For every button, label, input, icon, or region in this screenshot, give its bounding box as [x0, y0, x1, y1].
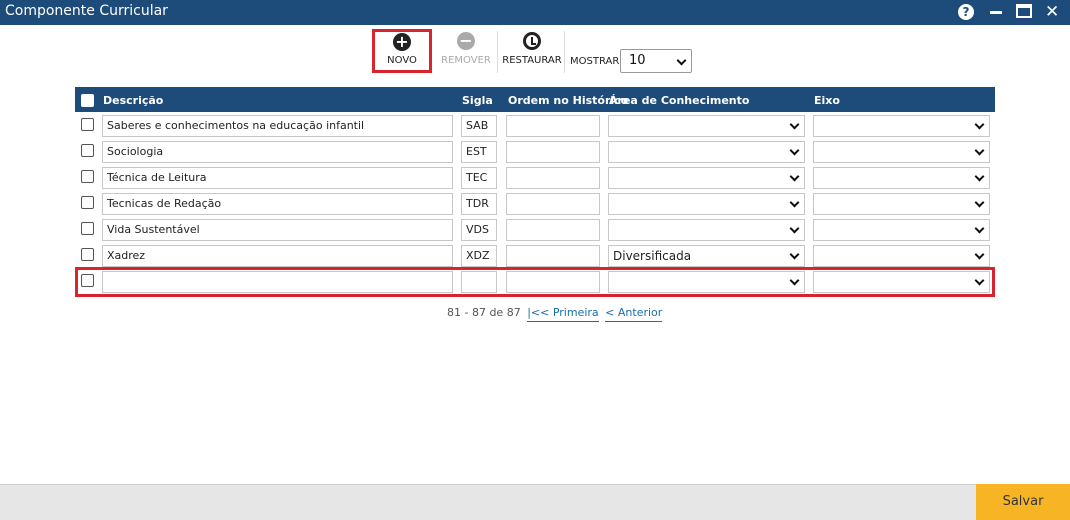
table-row: Técnica de Leitura TEC: [75, 165, 995, 191]
descricao-input[interactable]: Vida Sustentável: [102, 219, 453, 241]
window-titlebar: Componente Curricular ? ✕: [0, 0, 1070, 25]
row-checkbox[interactable]: [81, 222, 94, 235]
novo-button[interactable]: + NOVO: [372, 29, 432, 73]
close-icon[interactable]: ✕: [1045, 3, 1059, 21]
mostrar-label: MOSTRAR:: [570, 56, 623, 67]
table-row: Xadrez XDZ Diversificada: [75, 243, 995, 269]
table-row: Sociologia EST: [75, 139, 995, 165]
ordem-input[interactable]: [506, 167, 600, 189]
col-area[interactable]: Área de Conhecimento: [609, 94, 749, 107]
eixo-select[interactable]: [813, 115, 990, 137]
row-checkbox[interactable]: [81, 170, 94, 183]
chevron-down-icon: [789, 249, 800, 260]
eixo-select[interactable]: [813, 219, 990, 241]
descricao-input[interactable]: Saberes e conhecimentos na educação infa…: [102, 115, 453, 137]
chevron-down-icon: [676, 55, 687, 66]
chevron-down-icon: [974, 119, 985, 130]
descricao-input[interactable]: Sociologia: [102, 141, 453, 163]
remover-label: REMOVER: [441, 55, 491, 66]
area-select[interactable]: [608, 115, 805, 137]
col-sigla[interactable]: Sigla: [462, 94, 493, 107]
mostrar-select[interactable]: 10: [620, 49, 692, 73]
save-button[interactable]: Salvar: [976, 484, 1070, 520]
window-title: Componente Curricular: [5, 3, 168, 19]
sigla-input[interactable]: TEC: [461, 167, 497, 189]
ordem-input[interactable]: [506, 219, 600, 241]
chevron-down-icon: [974, 249, 985, 260]
sigla-input[interactable]: TDR: [461, 193, 497, 215]
restore-icon: [523, 32, 541, 50]
chevron-down-icon: [974, 171, 985, 182]
table-row: Saberes e conhecimentos na educação infa…: [75, 113, 995, 139]
chevron-down-icon: [974, 197, 985, 208]
area-select[interactable]: Diversificada: [608, 245, 805, 267]
minus-circle-icon: −: [457, 32, 475, 50]
sigla-input[interactable]: SAB: [461, 115, 497, 137]
sigla-input[interactable]: EST: [461, 141, 497, 163]
row-checkbox[interactable]: [81, 144, 94, 157]
new-row-highlight: [75, 267, 995, 297]
eixo-select[interactable]: [813, 167, 990, 189]
plus-circle-icon: +: [393, 33, 411, 51]
sigla-input[interactable]: XDZ: [461, 245, 497, 267]
help-icon[interactable]: ?: [958, 4, 974, 20]
eixo-select[interactable]: [813, 193, 990, 215]
col-eixo[interactable]: Eixo: [814, 94, 840, 107]
grid-header: Descrição Sigla Ordem no Histórico Área …: [75, 87, 995, 112]
select-all-checkbox[interactable]: [81, 94, 94, 107]
table-row: Tecnicas de Redação TDR: [75, 191, 995, 217]
mostrar-value: 10: [629, 53, 646, 68]
chevron-down-icon: [974, 223, 985, 234]
eixo-select[interactable]: [813, 245, 990, 267]
footer-bar: [0, 484, 1070, 520]
chevron-down-icon: [974, 145, 985, 156]
chevron-down-icon: [789, 145, 800, 156]
chevron-down-icon: [789, 223, 800, 234]
ordem-input[interactable]: [506, 245, 600, 267]
area-select[interactable]: [608, 193, 805, 215]
sigla-input[interactable]: VDS: [461, 219, 497, 241]
remover-button[interactable]: − REMOVER: [440, 29, 492, 73]
novo-label: NOVO: [387, 55, 417, 66]
row-checkbox[interactable]: [81, 248, 94, 261]
descricao-input[interactable]: Técnica de Leitura: [102, 167, 453, 189]
ordem-input[interactable]: [506, 141, 600, 163]
chevron-down-icon: [789, 171, 800, 182]
chevron-down-icon: [789, 119, 800, 130]
maximize-icon[interactable]: [1016, 3, 1032, 21]
toolbar-divider: [564, 31, 565, 73]
row-checkbox[interactable]: [81, 118, 94, 131]
chevron-down-icon: [789, 197, 800, 208]
previous-page-link[interactable]: < Anterior: [605, 306, 663, 322]
restaurar-label: RESTAURAR: [502, 55, 562, 66]
minimize-icon[interactable]: [990, 3, 1002, 21]
ordem-input[interactable]: [506, 115, 600, 137]
row-checkbox[interactable]: [81, 196, 94, 209]
eixo-select[interactable]: [813, 141, 990, 163]
toolbar-divider: [497, 31, 498, 73]
area-select[interactable]: [608, 141, 805, 163]
descricao-input[interactable]: Xadrez: [102, 245, 453, 267]
area-select[interactable]: [608, 219, 805, 241]
pagination: 81 - 87 de 87 |<< Primeira < Anterior: [447, 306, 663, 322]
pager-range: 81 - 87 de 87: [447, 306, 521, 319]
restaurar-button[interactable]: RESTAURAR: [502, 29, 562, 73]
first-page-link[interactable]: |<< Primeira: [527, 306, 599, 322]
area-value: Diversificada: [613, 249, 692, 263]
col-descricao[interactable]: Descrição: [103, 94, 163, 107]
table-row: Vida Sustentável VDS: [75, 217, 995, 243]
ordem-input[interactable]: [506, 193, 600, 215]
area-select[interactable]: [608, 167, 805, 189]
descricao-input[interactable]: Tecnicas de Redação: [102, 193, 453, 215]
